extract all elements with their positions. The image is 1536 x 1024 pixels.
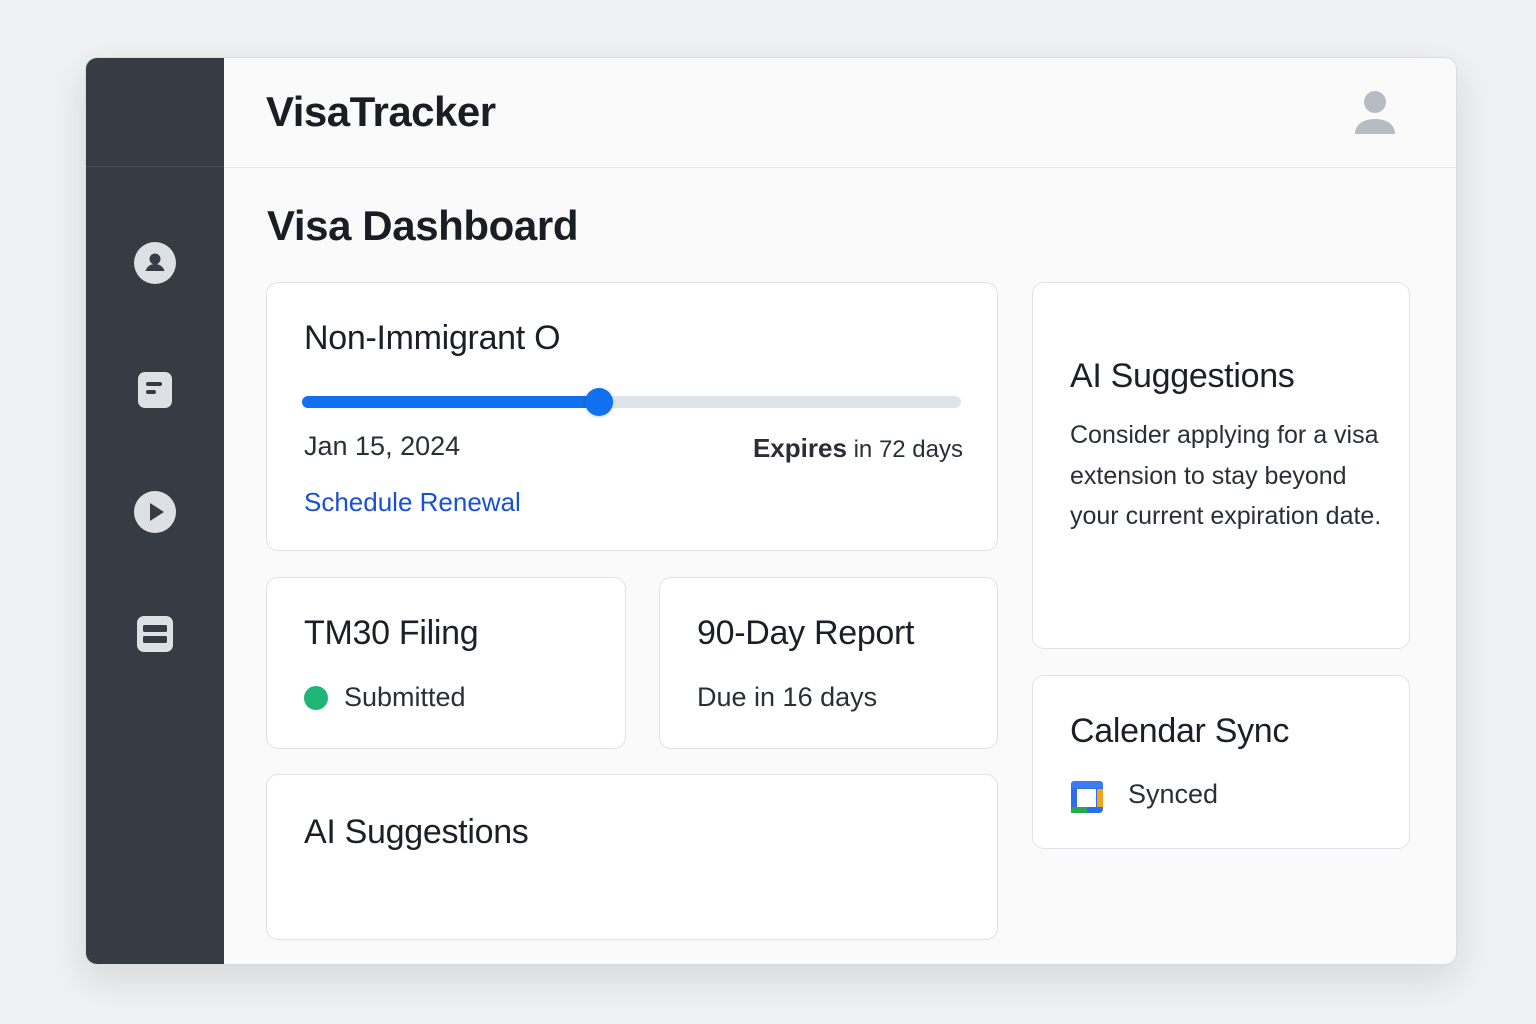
tm30-title: TM30 Filing <box>304 614 479 652</box>
sidebar-item-list[interactable] <box>134 613 176 655</box>
sidebar <box>86 58 224 964</box>
visa-expiry: Expires in 72 days <box>753 433 963 464</box>
document-icon <box>138 372 172 408</box>
slider-thumb[interactable] <box>584 388 613 416</box>
play-icon <box>134 491 176 533</box>
ai-suggestions-card: AI Suggestions Consider applying for a v… <box>1032 282 1410 649</box>
slider-fill <box>302 396 599 408</box>
user-avatar[interactable] <box>1354 90 1396 136</box>
calendar-icon <box>1070 780 1104 814</box>
top-header: VisaTracker <box>224 58 1456 168</box>
visa-card: Non-Immigrant O Jan 15, 2024 Expires in … <box>266 282 998 551</box>
visa-type-title: Non-Immigrant O <box>304 319 561 357</box>
calendar-sync-card: Calendar Sync Synced <box>1032 675 1410 849</box>
sidebar-item-profile[interactable] <box>134 242 176 284</box>
tm30-status: Submitted <box>344 682 466 712</box>
tm30-card: TM30 Filing Submitted <box>266 577 626 749</box>
report-due: Due in 16 days <box>697 682 878 712</box>
expires-value: in 72 days <box>853 436 963 463</box>
visa-progress-slider[interactable] <box>302 388 961 416</box>
app-title: VisaTracker <box>266 88 496 135</box>
ai-bottom-title: AI Suggestions <box>304 813 529 851</box>
calendar-status: Synced <box>1128 779 1219 809</box>
user-circle-icon <box>134 242 176 284</box>
list-icon <box>137 616 173 652</box>
report-title: 90-Day Report <box>697 614 915 652</box>
user-icon <box>1355 91 1395 134</box>
visa-start-date: Jan 15, 2024 <box>304 431 461 461</box>
sidebar-item-play[interactable] <box>134 491 176 533</box>
sidebar-item-documents[interactable] <box>134 369 176 411</box>
ai-suggestions-card-bottom: AI Suggestions <box>266 774 998 940</box>
expires-label: Expires <box>752 433 847 463</box>
schedule-renewal-link[interactable]: Schedule Renewal <box>304 487 521 518</box>
ai-suggestion-text: Consider applying for a visa extension t… <box>1070 421 1382 530</box>
sidebar-header <box>86 58 224 167</box>
ai-suggestions-title: AI Suggestions <box>1070 357 1295 395</box>
ninety-day-report-card: 90-Day Report Due in 16 days <box>659 577 998 749</box>
calendar-title: Calendar Sync <box>1070 712 1290 750</box>
status-dot-icon <box>304 686 328 710</box>
page-title: Visa Dashboard <box>267 202 579 249</box>
app-window: VisaTracker Visa Dashboard Non-Immigrant… <box>85 57 1457 965</box>
